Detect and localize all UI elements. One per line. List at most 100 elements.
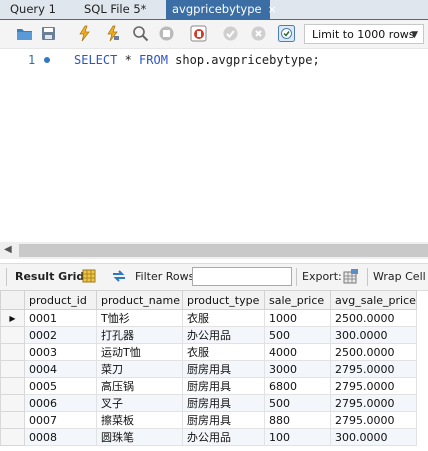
column-header[interactable]: product_type — [182, 290, 265, 310]
column-header[interactable]: product_id — [24, 290, 97, 310]
table-cell[interactable]: 3000 — [264, 360, 331, 378]
table-cell[interactable]: 厨房用具 — [182, 377, 265, 395]
save-icon[interactable] — [40, 25, 57, 42]
table-cell[interactable]: 厨房用具 — [182, 411, 265, 429]
divider — [6, 268, 7, 286]
table-row[interactable]: 0004 菜刀 厨房用具 3000 2795.0000 — [0, 360, 417, 378]
table-cell[interactable]: 办公用品 — [182, 428, 265, 446]
scrollbar-thumb[interactable] — [19, 244, 428, 257]
wrap-cell-content-button[interactable]: Wrap Cell C — [373, 270, 428, 283]
table-row[interactable]: 0002 打孔器 办公用品 500 300.0000 — [0, 326, 417, 344]
table-cell[interactable]: 300.0000 — [330, 428, 417, 446]
row-header-corner — [0, 290, 25, 310]
row-header[interactable] — [0, 394, 25, 412]
scroll-left-icon[interactable]: ◀ — [4, 244, 12, 255]
row-header[interactable] — [0, 377, 25, 395]
current-row-indicator-icon: ▶ — [0, 309, 25, 327]
table-cell[interactable]: 880 — [264, 411, 331, 429]
table-cell[interactable]: 0007 — [24, 411, 97, 429]
column-header[interactable]: avg_sale_price — [330, 290, 417, 310]
column-header[interactable]: sale_price — [264, 290, 331, 310]
table-cell[interactable]: 叉子 — [96, 394, 183, 412]
table-cell[interactable]: 6800 — [264, 377, 331, 395]
row-header[interactable] — [0, 428, 25, 446]
table-cell[interactable]: 衣服 — [182, 343, 265, 361]
table-cell[interactable]: 300.0000 — [330, 326, 417, 344]
tab-avgpricebytype[interactable]: avgpricebytype × — [166, 0, 277, 19]
tab-bar: Query 1 SQL File 5* avgpricebytype × — [0, 0, 428, 20]
table-row[interactable]: ▶ 0001 T恤衫 衣服 1000 2500.0000 — [0, 309, 417, 327]
table-cell[interactable]: 2500.0000 — [330, 343, 417, 361]
table-cell[interactable]: 500 — [264, 326, 331, 344]
folder-open-icon[interactable] — [16, 25, 33, 42]
table-cell[interactable]: 高压锅 — [96, 377, 183, 395]
table-cell[interactable]: 1000 — [264, 309, 331, 327]
result-toolbar: Result Grid Filter Rows: Export: Wrap Ce… — [0, 263, 428, 291]
row-header[interactable] — [0, 360, 25, 378]
table-cell[interactable]: 2795.0000 — [330, 360, 417, 378]
explain-icon[interactable] — [132, 25, 149, 42]
table-cell[interactable]: 衣服 — [182, 309, 265, 327]
table-cell[interactable]: 圆珠笔 — [96, 428, 183, 446]
row-header[interactable] — [0, 326, 25, 344]
table-row[interactable]: 0008 圆珠笔 办公用品 100 300.0000 — [0, 428, 417, 446]
execute-current-icon[interactable] — [104, 25, 121, 42]
execute-icon[interactable] — [76, 25, 93, 42]
table-cell[interactable]: 办公用品 — [182, 326, 265, 344]
stop-icon[interactable] — [158, 25, 175, 42]
table-cell[interactable]: 0005 — [24, 377, 97, 395]
column-header[interactable]: product_name — [96, 290, 183, 310]
table-cell[interactable]: 100 — [264, 428, 331, 446]
table-cell[interactable]: 2500.0000 — [330, 309, 417, 327]
divider — [367, 268, 368, 286]
table-cell[interactable]: T恤衫 — [96, 309, 183, 327]
filter-rows-label: Filter Rows: — [135, 270, 199, 283]
tab-sql-file-5[interactable]: SQL File 5* — [84, 0, 146, 19]
table-cell[interactable]: 0001 — [24, 309, 97, 327]
table-cell[interactable]: 0003 — [24, 343, 97, 361]
table-row[interactable]: 0005 高压锅 厨房用具 6800 2795.0000 — [0, 377, 417, 395]
table-row[interactable]: 0006 叉子 厨房用具 500 2795.0000 — [0, 394, 417, 412]
sql-keyword-select: SELECT — [74, 53, 118, 67]
table-cell[interactable]: 500 — [264, 394, 331, 412]
close-tab-icon[interactable]: × — [268, 3, 277, 16]
row-header[interactable] — [0, 411, 25, 429]
table-cell[interactable]: 运动T恤 — [96, 343, 183, 361]
rollback-icon[interactable] — [250, 25, 267, 42]
table-cell[interactable]: 2795.0000 — [330, 411, 417, 429]
limit-rows-value: Limit to 1000 rows — [312, 28, 415, 41]
sql-table-ref: shop.avgpricebytype; — [167, 53, 320, 67]
export-icon[interactable] — [343, 268, 359, 284]
table-cell[interactable]: 0006 — [24, 394, 97, 412]
result-grid[interactable]: product_id product_name product_type sal… — [0, 290, 428, 446]
tab-label: SQL File 5* — [84, 2, 147, 16]
limit-rows-select[interactable]: Limit to 1000 rows ▼ — [304, 24, 424, 44]
table-cell[interactable]: 打孔器 — [96, 326, 183, 344]
table-cell[interactable]: 4000 — [264, 343, 331, 361]
table-cell[interactable]: 2795.0000 — [330, 394, 417, 412]
grid-icon[interactable] — [82, 269, 96, 283]
sql-editor[interactable]: 1 SELECT * FROM shop.avgpricebytype; — [0, 49, 428, 242]
sql-keyword-from: FROM — [139, 53, 168, 67]
row-header[interactable] — [0, 343, 25, 361]
table-cell[interactable]: 菜刀 — [96, 360, 183, 378]
chevron-down-icon: ▼ — [411, 30, 418, 40]
tab-query-1[interactable]: Query 1 — [10, 0, 56, 19]
autocommit-icon[interactable] — [278, 25, 295, 42]
table-cell[interactable]: 0002 — [24, 326, 97, 344]
commit-icon[interactable] — [222, 25, 239, 42]
table-cell[interactable]: 厨房用具 — [182, 394, 265, 412]
sql-statement[interactable]: SELECT * FROM shop.avgpricebytype; — [74, 53, 320, 67]
editor-horizontal-scrollbar[interactable]: ◀ — [0, 242, 428, 259]
refresh-icon[interactable] — [111, 269, 127, 283]
result-grid-button[interactable]: Result Grid — [15, 270, 84, 283]
filter-rows-input[interactable] — [192, 267, 292, 286]
table-cell[interactable]: 0008 — [24, 428, 97, 446]
toggle-continue-on-error-icon[interactable] — [190, 25, 207, 42]
table-row[interactable]: 0007 擦菜板 厨房用具 880 2795.0000 — [0, 411, 417, 429]
table-cell[interactable]: 厨房用具 — [182, 360, 265, 378]
table-row[interactable]: 0003 运动T恤 衣服 4000 2500.0000 — [0, 343, 417, 361]
table-cell[interactable]: 2795.0000 — [330, 377, 417, 395]
table-cell[interactable]: 擦菜板 — [96, 411, 183, 429]
table-cell[interactable]: 0004 — [24, 360, 97, 378]
